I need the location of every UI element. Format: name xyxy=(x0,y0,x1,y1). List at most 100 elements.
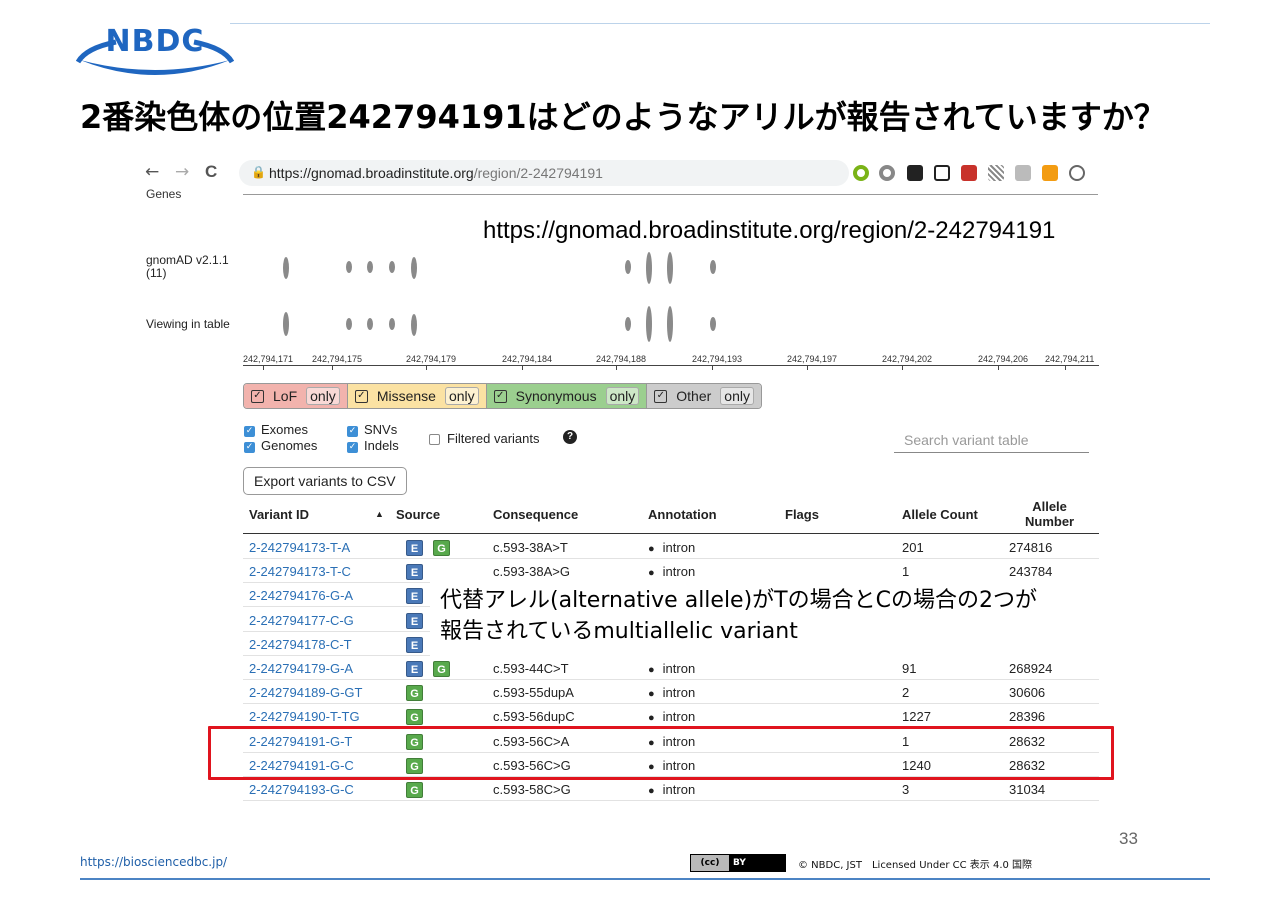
variant-track-mark xyxy=(625,260,631,274)
exomes-label: Exomes xyxy=(261,422,308,437)
genes-track-label: Genes xyxy=(146,187,182,201)
back-icon[interactable]: ← xyxy=(145,162,159,182)
variant-track-mark xyxy=(389,318,395,330)
axis-tick-label: 242,794,197 xyxy=(787,354,838,364)
other-check-icon[interactable]: ✓ xyxy=(654,389,668,403)
annotation-cell: intron xyxy=(648,685,696,700)
synonymous-check-icon[interactable]: ✓ xyxy=(493,389,507,403)
forward-icon[interactable]: → xyxy=(175,162,189,182)
variant-id-link[interactable]: 2-242794178-C-T xyxy=(249,637,352,652)
allele-number-cell: 30606 xyxy=(1009,685,1046,701)
filter-lof[interactable]: ✓ LoF only xyxy=(244,384,348,408)
rss-icon[interactable] xyxy=(1042,165,1058,181)
filter-missense-only[interactable]: only xyxy=(444,387,479,405)
footer-url[interactable]: https://biosciencedbc.jp/ xyxy=(80,855,227,869)
axis-tick-mark xyxy=(1065,365,1066,370)
extension-calendar-icon[interactable] xyxy=(934,165,950,181)
variant-id-link[interactable]: 2-242794173-T-A xyxy=(249,540,350,555)
variant-id-link[interactable]: 2-242794173-T-C xyxy=(249,564,351,579)
extension-misc-icon[interactable] xyxy=(1069,165,1085,181)
table-row[interactable]: 2-242794189-G-GT Gc.593-55dupA intron 2 3060… xyxy=(243,680,1099,705)
missense-check-icon[interactable]: ✓ xyxy=(354,389,368,403)
filtered-variants-checkbox[interactable] xyxy=(429,434,440,445)
allele-count-cell: 201 xyxy=(902,540,924,555)
variant-id-link[interactable]: 2-242794176-G-A xyxy=(249,588,353,603)
extension-dark-icon[interactable] xyxy=(907,165,923,181)
exome-badge: E xyxy=(406,661,423,677)
axis-tick-mark xyxy=(616,365,617,370)
filter-other-only[interactable]: only xyxy=(720,387,754,405)
extension-gray-icon[interactable] xyxy=(1015,165,1031,181)
exomes-checkbox[interactable]: ✓ xyxy=(244,426,255,437)
variant-id-link[interactable]: 2-242794179-G-A xyxy=(249,661,353,676)
consequence-cell: c.593-44C>T xyxy=(493,661,569,676)
genome-badge: G xyxy=(433,661,450,677)
allele-count-cell: 91 xyxy=(902,661,917,676)
allele-number-cell: 243784 xyxy=(1009,564,1053,580)
filter-synonymous[interactable]: ✓ Synonymous only xyxy=(486,384,648,408)
allele-count-cell: 1227 xyxy=(902,709,931,725)
variant-id-link[interactable]: 2-242794193-G-C xyxy=(249,782,354,797)
indels-label: Indels xyxy=(364,438,399,453)
col-consequence[interactable]: Consequence xyxy=(493,507,578,522)
filter-missense[interactable]: ✓ Missense only xyxy=(347,384,487,408)
extension-red-icon[interactable] xyxy=(961,165,977,181)
extension-green-circle-icon[interactable] xyxy=(853,165,869,181)
col-allele-number-line1: Allele xyxy=(1032,499,1067,514)
col-allele-number[interactable]: Allele Number xyxy=(1025,499,1074,529)
filter-lof-only[interactable]: only xyxy=(306,387,340,405)
axis-tick-mark xyxy=(522,365,523,370)
consequence-cell: c.593-58C>G xyxy=(493,782,571,797)
callout-line2: 報告されているmultiallelic variant xyxy=(440,619,798,644)
annotation-cell: intron xyxy=(648,661,696,676)
extension-qr-icon[interactable] xyxy=(988,165,1004,181)
search-variant-input[interactable] xyxy=(894,427,1089,453)
variant-track-mark xyxy=(389,261,395,273)
address-bar[interactable]: 🔒 https://gnomad.broadinstitute.org/regi… xyxy=(239,160,920,186)
col-source[interactable]: Source xyxy=(396,507,440,522)
col-annotation[interactable]: Annotation xyxy=(648,507,717,522)
variant-id-link[interactable]: 2-242794177-C-G xyxy=(249,613,354,628)
snvs-checkbox[interactable]: ✓ xyxy=(347,426,358,437)
cc-by-badge: (cc) BY xyxy=(690,854,786,872)
table-row[interactable]: 2-242794173-T-A EGc.593-38A>T intron 201 274… xyxy=(243,535,1099,559)
browser-toolbar: ← → C 🔒 https://gnomad.broadinstitute.or… xyxy=(143,156,1116,190)
table-row[interactable]: 2-242794193-G-C Gc.593-58C>G intron 3 31034 xyxy=(243,777,1099,801)
filter-lof-label: LoF xyxy=(273,388,298,404)
axis-tick-mark xyxy=(998,365,999,370)
variant-id-link[interactable]: 2-242794190-T-TG xyxy=(249,709,360,724)
allele-count-cell: 3 xyxy=(902,782,910,797)
filter-other[interactable]: ✓ Other only xyxy=(647,384,761,408)
nbdc-logo: NBDC xyxy=(76,24,234,76)
table-row[interactable]: 2-242794173-T-C Ec.593-38A>G intron 1 243784 xyxy=(243,559,1099,584)
col-flags[interactable]: Flags xyxy=(785,507,819,522)
lof-check-icon[interactable]: ✓ xyxy=(251,389,264,403)
annotation-cell: intron xyxy=(648,540,696,555)
filter-synonymous-only[interactable]: only xyxy=(605,387,640,405)
position-axis xyxy=(243,365,1099,366)
help-icon[interactable]: ? xyxy=(563,430,577,444)
copyright-notice: © NBDC, JST Licensed Under CC 表示 4.0 国際 xyxy=(798,860,1033,871)
url-callout: https://gnomad.broadinstitute.org/region… xyxy=(473,211,1116,255)
viewing-track-label: Viewing in table xyxy=(146,317,230,331)
allele-number-cell: 28396 xyxy=(1009,709,1046,725)
genomes-checkbox[interactable]: ✓ xyxy=(244,442,255,453)
genome-badge: G xyxy=(406,685,423,702)
allele-number-cell: 274816 xyxy=(1009,540,1053,555)
table-row[interactable]: 2-242794190-T-TG Gc.593-56dupC intron 1227 2… xyxy=(243,704,1099,729)
lock-icon: 🔒 xyxy=(251,165,266,179)
indels-checkbox[interactable]: ✓ xyxy=(347,442,358,453)
extension-gray-circle-icon[interactable] xyxy=(879,165,895,181)
variant-id-link[interactable]: 2-242794189-G-GT xyxy=(249,685,362,700)
reload-icon[interactable]: C xyxy=(205,162,217,182)
sort-ascending-icon[interactable]: ▲ xyxy=(375,509,384,519)
export-csv-button[interactable]: Export variants to CSV xyxy=(243,467,407,495)
col-variant-id[interactable]: Variant ID xyxy=(249,507,309,522)
axis-tick-label: 242,794,211 xyxy=(1045,354,1095,364)
axis-tick-label: 242,794,202 xyxy=(882,354,933,364)
col-allele-count[interactable]: Allele Count xyxy=(902,507,978,522)
axis-tick-label: 242,794,179 xyxy=(406,354,457,364)
consequence-cell: c.593-55dupA xyxy=(493,685,574,701)
genes-track-line xyxy=(243,194,1098,195)
axis-tick-label: 242,794,188 xyxy=(596,354,647,364)
